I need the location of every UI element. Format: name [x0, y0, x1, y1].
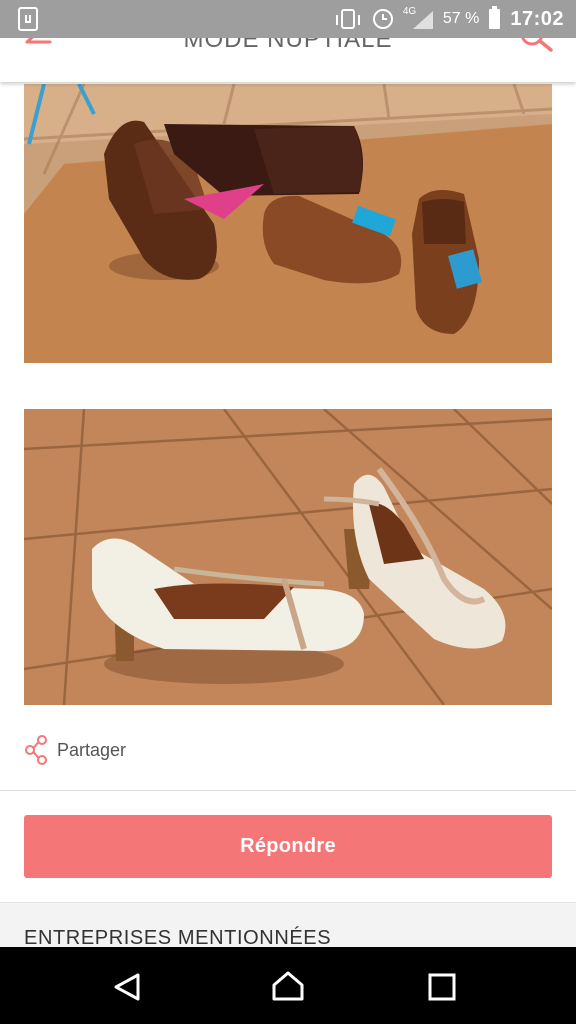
search-icon[interactable] [518, 38, 556, 56]
reply-button[interactable]: Répondre [24, 815, 552, 878]
share-link[interactable]: Partager [24, 734, 126, 766]
signal-icon: 4G [403, 6, 433, 31]
status-bar: 4G 57 % 17:02 [0, 0, 576, 38]
battery-percent: 57 % [442, 10, 480, 27]
clock: 17:02 [510, 7, 564, 30]
navigation-bar [0, 947, 576, 1024]
recent-apps-icon[interactable] [422, 967, 462, 1007]
back-triangle-icon[interactable] [108, 967, 148, 1007]
share-label: Partager [57, 739, 127, 760]
photo-mens-shoes[interactable] [24, 84, 552, 363]
app-header: MODE NUPTIALE [0, 38, 576, 82]
alarm-icon [372, 9, 393, 29]
battery-icon [489, 6, 501, 29]
divider [0, 790, 576, 791]
status-icons: 4G 57 % 17:02 [335, 0, 564, 38]
page-title: MODE NUPTIALE [183, 38, 393, 53]
share-icon [25, 735, 47, 765]
vibrate-icon [335, 9, 360, 29]
womens-shoes-illustration [24, 409, 552, 705]
companies-section: ENTREPRISES MENTIONNÉES [0, 902, 576, 949]
screenshot-icon [18, 7, 38, 31]
mens-shoes-illustration [24, 84, 552, 363]
photo-womens-shoes[interactable] [24, 409, 552, 705]
home-icon[interactable] [268, 967, 308, 1007]
companies-heading: ENTREPRISES MENTIONNÉES [24, 927, 332, 949]
